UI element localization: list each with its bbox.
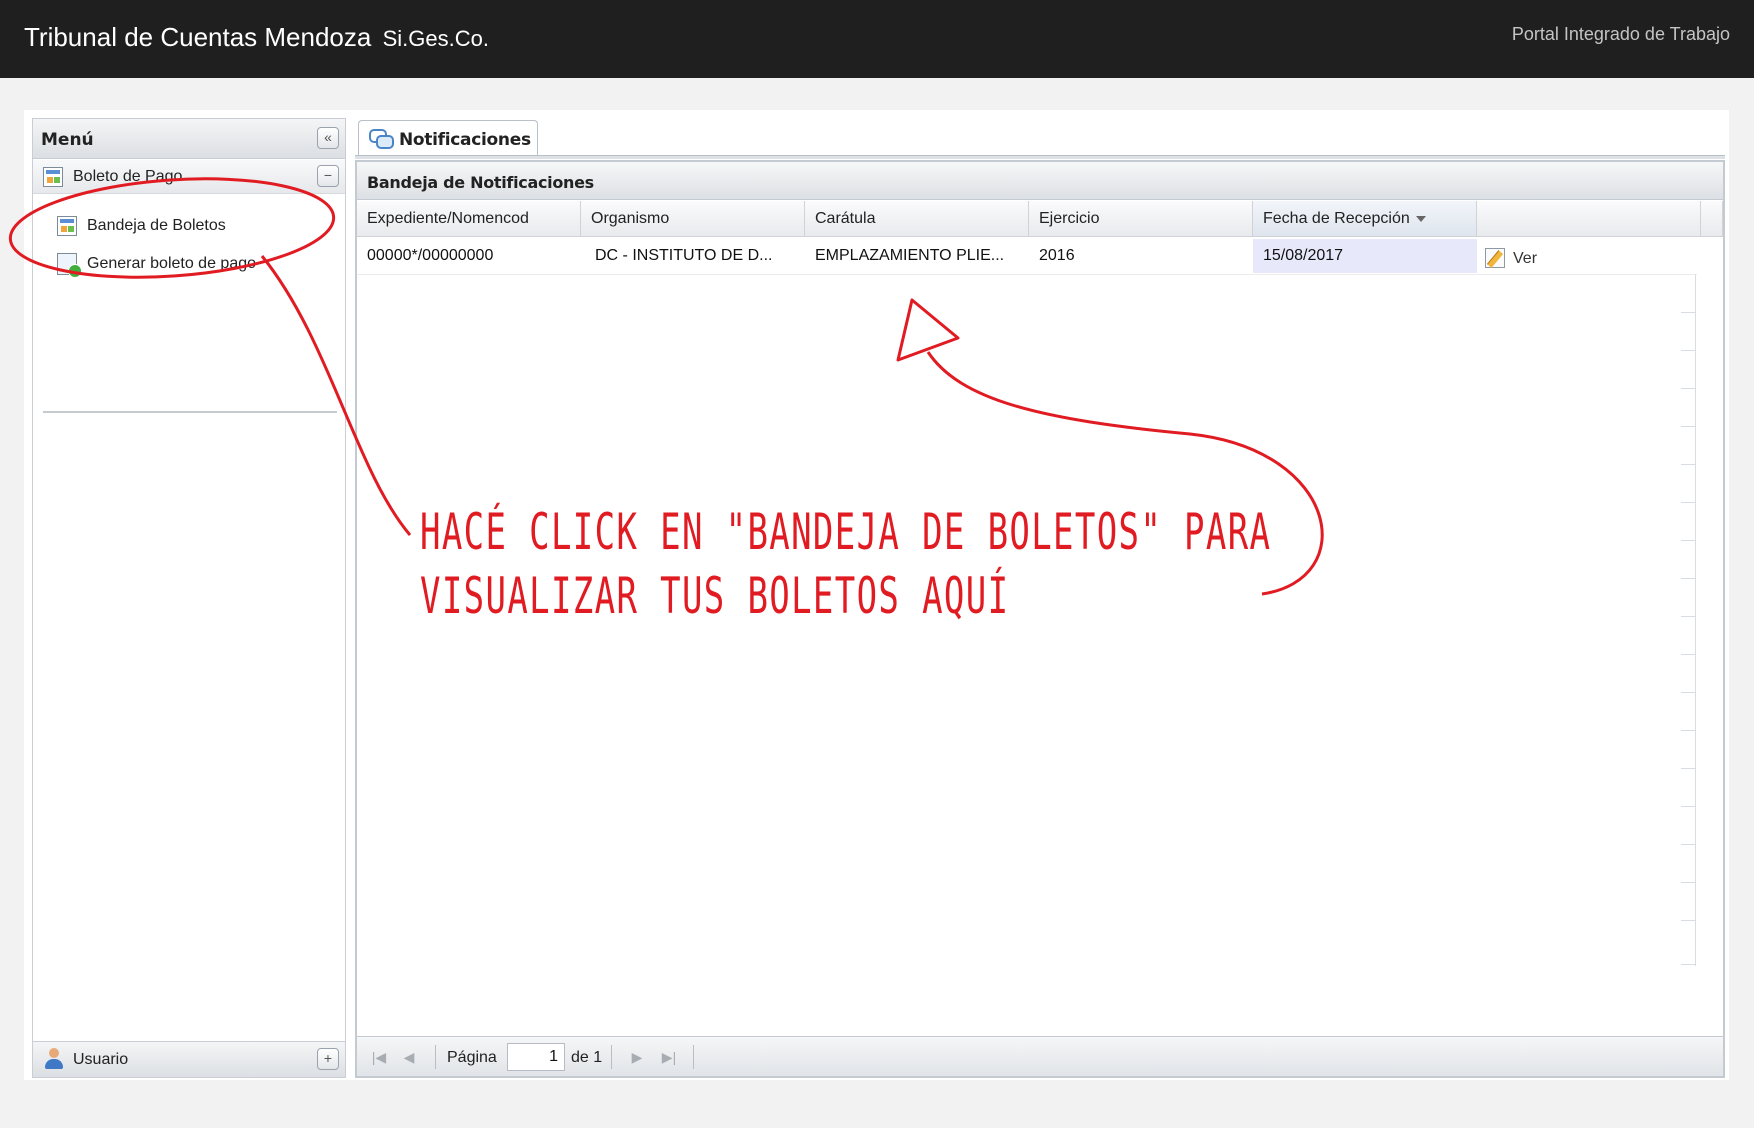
cell-expediente: 00000*/00000000 bbox=[357, 239, 581, 273]
generate-boleto-icon bbox=[57, 253, 82, 278]
pager-separator bbox=[693, 1045, 694, 1069]
grid-tick bbox=[1681, 578, 1695, 579]
collapse-menu-button[interactable]: « bbox=[317, 127, 339, 149]
sort-desc-icon bbox=[1415, 215, 1426, 222]
grid-tick bbox=[1681, 616, 1695, 617]
grid-tick bbox=[1681, 844, 1695, 845]
column-header-expediente[interactable]: Expediente/Nomencod bbox=[357, 201, 581, 237]
boleto-icon bbox=[57, 216, 77, 236]
cell-fecha-recepcion: 15/08/2017 bbox=[1253, 239, 1477, 273]
cell-text: EMPLAZAMIENTO PLIE... bbox=[815, 247, 1005, 264]
column-header-ejercicio[interactable]: Ejercicio bbox=[1029, 201, 1253, 237]
cell-ejercicio: 2016 bbox=[1029, 239, 1253, 273]
tab-notificaciones[interactable]: Notificaciones bbox=[358, 120, 538, 156]
grid-tick bbox=[1681, 692, 1695, 693]
annotation-line-1: HACÉ CLICK EN "BANDEJA DE BOLETOS" PARA bbox=[420, 503, 1272, 561]
grid-title: Bandeja de Notificaciones bbox=[367, 173, 594, 192]
menu-title: Menú bbox=[41, 130, 94, 150]
brand-subtitle: Si.Ges.Co. bbox=[382, 26, 489, 51]
column-label: Organismo bbox=[591, 210, 670, 227]
page-number-input[interactable] bbox=[507, 1043, 565, 1071]
grid-tick bbox=[1681, 730, 1695, 731]
page-count-label: de 1 bbox=[571, 1049, 603, 1066]
brand-name: Tribunal de Cuentas Mendoza bbox=[24, 22, 372, 52]
last-page-button[interactable]: ▶| bbox=[659, 1047, 679, 1067]
column-header-caratula[interactable]: Carátula bbox=[805, 201, 1029, 237]
cell-text: DC - INSTITUTO DE D... bbox=[595, 247, 773, 264]
grid-tick bbox=[1681, 388, 1695, 389]
cell-text: 00000*/00000000 bbox=[367, 247, 494, 264]
grid-tick bbox=[1681, 768, 1695, 769]
grid-title-bar: Bandeja de Notificaciones bbox=[357, 162, 1723, 200]
grid-tick bbox=[1681, 806, 1695, 807]
grid-tick bbox=[1681, 540, 1695, 541]
chat-bubbles-icon bbox=[369, 129, 394, 149]
sidebar-item-label: Bandeja de Boletos bbox=[87, 217, 226, 234]
column-header-fecha-recepcion[interactable]: Fecha de Recepción bbox=[1253, 201, 1477, 237]
annotation-line-2: VISUALIZAR TUS BOLETOS AQUÍ bbox=[420, 567, 1010, 625]
menu-header: Menú « bbox=[33, 119, 345, 159]
row-divider bbox=[357, 274, 1697, 275]
sidebar-item-label: Generar boleto de pago bbox=[87, 255, 257, 272]
grid-tick bbox=[1681, 964, 1695, 965]
sidebar-item-bandeja-de-boletos[interactable]: Bandeja de Boletos bbox=[43, 211, 333, 241]
group-label: Boleto de Pago bbox=[73, 168, 183, 185]
pager-separator bbox=[611, 1045, 612, 1069]
grid-tick bbox=[1681, 464, 1695, 465]
double-chevron-left-icon: « bbox=[324, 129, 332, 145]
portal-link[interactable]: Portal Integrado de Trabajo bbox=[1512, 24, 1730, 45]
boleto-icon bbox=[43, 167, 63, 187]
column-label: Ejercicio bbox=[1039, 210, 1100, 227]
cell-text: 15/08/2017 bbox=[1263, 247, 1344, 264]
column-label: Carátula bbox=[815, 210, 876, 227]
cell-organismo: DC - INSTITUTO DE D... bbox=[585, 239, 809, 273]
collapse-group-button[interactable]: − bbox=[317, 165, 339, 187]
column-label-text: Fecha de Recepción bbox=[1263, 210, 1410, 227]
column-label: Expediente/Nomencod bbox=[367, 210, 529, 227]
top-bar: Tribunal de Cuentas Mendoza Si.Ges.Co. P… bbox=[0, 0, 1754, 78]
plus-icon: + bbox=[323, 1050, 333, 1066]
prev-page-button[interactable]: ◀ bbox=[399, 1047, 419, 1067]
group-usuario[interactable]: Usuario + bbox=[33, 1041, 345, 1077]
pager-separator bbox=[435, 1045, 436, 1069]
grid-tick bbox=[1681, 312, 1695, 313]
grid-scroll-edge bbox=[1695, 274, 1696, 966]
cell-text: 2016 bbox=[1039, 247, 1075, 264]
paging-toolbar: |◀ ◀ Página de 1 ▶ ▶| bbox=[357, 1036, 1723, 1076]
grid-tick bbox=[1681, 426, 1695, 427]
column-header-organismo[interactable]: Organismo bbox=[581, 201, 805, 237]
column-label: Fecha de Recepción bbox=[1263, 210, 1426, 228]
group-boleto-de-pago[interactable]: Boleto de Pago − bbox=[33, 160, 345, 194]
group-label: Usuario bbox=[73, 1051, 129, 1068]
first-page-button[interactable]: |◀ bbox=[369, 1047, 389, 1067]
menu-divider bbox=[43, 411, 337, 413]
grid-tick bbox=[1681, 882, 1695, 883]
column-header-actions bbox=[1477, 201, 1701, 237]
grid-tick bbox=[1681, 350, 1695, 351]
expand-group-button[interactable]: + bbox=[317, 1048, 339, 1070]
grid-tick bbox=[1681, 654, 1695, 655]
cell-caratula: EMPLAZAMIENTO PLIE... bbox=[805, 239, 1029, 273]
grid-tick bbox=[1681, 502, 1695, 503]
edit-icon bbox=[1485, 248, 1505, 268]
tab-strip bbox=[355, 155, 1725, 159]
grid-tick bbox=[1681, 920, 1695, 921]
ver-label: Ver bbox=[1513, 250, 1538, 267]
app-title: Tribunal de Cuentas Mendoza Si.Ges.Co. bbox=[24, 22, 489, 53]
sidebar-item-generar-boleto[interactable]: Generar boleto de pago bbox=[43, 249, 333, 279]
tab-label: Notificaciones bbox=[399, 130, 531, 150]
next-page-button[interactable]: ▶ bbox=[627, 1047, 647, 1067]
user-icon bbox=[43, 1048, 65, 1070]
annotation-text: HACÉ CLICK EN "BANDEJA DE BOLETOS" PARA … bbox=[420, 500, 1272, 628]
minus-icon: − bbox=[323, 167, 333, 183]
page-label: Página bbox=[447, 1049, 497, 1066]
column-header-scroll-filler bbox=[1701, 201, 1723, 237]
sidebar-menu: Menú « Boleto de Pago − Bandeja de Bolet… bbox=[32, 118, 346, 1078]
